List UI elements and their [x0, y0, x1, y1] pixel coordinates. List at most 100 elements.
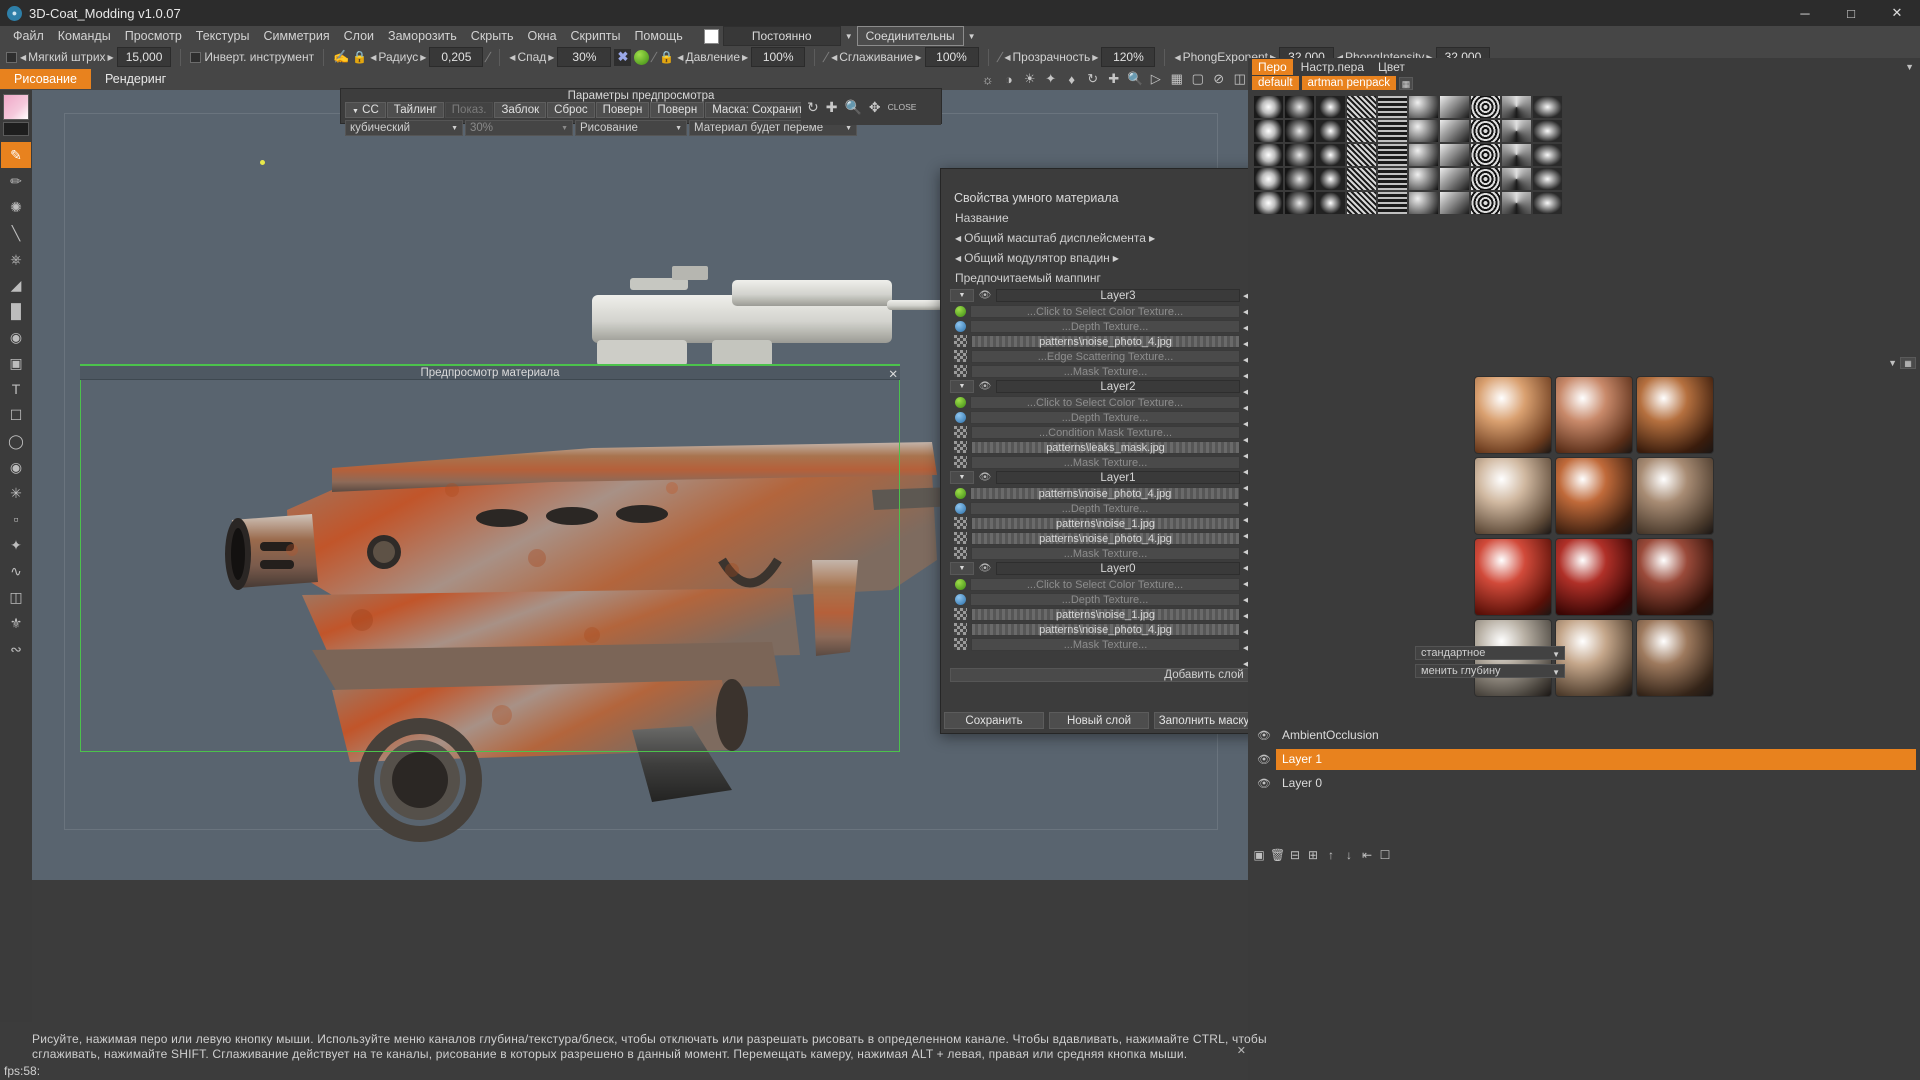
increment-icon-radius[interactable]: ▶	[420, 53, 426, 62]
brush-preset[interactable]	[1284, 167, 1315, 191]
decrement-icon-pressure[interactable]: ◀	[677, 53, 683, 62]
eye-icon[interactable]: 👁	[974, 381, 996, 392]
mask-checker-icon[interactable]	[954, 547, 967, 559]
increment-icon-smoothing[interactable]: ▶	[915, 53, 921, 62]
material-sphere[interactable]	[1474, 538, 1552, 616]
menu-windows[interactable]: Окна	[520, 27, 563, 45]
material-sphere[interactable]	[1474, 457, 1552, 535]
smoothing-value[interactable]: 100%	[924, 47, 979, 67]
drop-icon[interactable]: ♦	[1064, 72, 1079, 87]
zoom-icon-preview[interactable]: 🔍	[844, 99, 861, 116]
texture-row[interactable]: ...Depth Texture...	[950, 319, 1240, 333]
eye-icon[interactable]: 👁	[1252, 753, 1276, 766]
grid-icon-subtabs[interactable]: ▦	[1399, 76, 1413, 90]
color-ball-icon[interactable]	[955, 305, 966, 317]
increment-icon-opacity[interactable]: ▶	[1092, 53, 1098, 62]
brush-preset[interactable]	[1346, 143, 1377, 167]
light-move-icon[interactable]: ✦	[1043, 71, 1058, 87]
tool-copy[interactable]: ▣	[1, 350, 31, 376]
texture-name[interactable]: ...Click to Select Color Texture...	[970, 395, 1240, 409]
tab-paint[interactable]: Рисование	[0, 69, 91, 89]
texture-name[interactable]: patterns\leaks_mask.jpg	[971, 440, 1240, 454]
material-sphere[interactable]	[1555, 619, 1633, 697]
menu-layers[interactable]: Слои	[337, 27, 381, 45]
texture-row[interactable]: ...Depth Texture...	[950, 410, 1240, 424]
material-sphere[interactable]	[1636, 619, 1714, 697]
texture-name[interactable]: ...Depth Texture...	[970, 592, 1240, 606]
cube-icon[interactable]: ◫	[1232, 71, 1247, 87]
expand-icon[interactable]: ▼	[950, 289, 974, 302]
brush-preset[interactable]	[1470, 143, 1501, 167]
decrement-icon-falloff[interactable]: ◀	[509, 53, 515, 62]
brush-preset[interactable]	[1532, 191, 1563, 215]
color-swatch-secondary[interactable]	[3, 122, 29, 136]
rotate-icon[interactable]: ↻	[1085, 71, 1100, 87]
pen-icon[interactable]: ▢	[1190, 71, 1205, 87]
depth-ball-icon[interactable]	[955, 502, 966, 514]
layer-list-item[interactable]: 👁 Layer 1	[1252, 748, 1916, 770]
texture-name[interactable]: ...Mask Texture...	[971, 364, 1240, 378]
tool-brush[interactable]: ✎	[1, 142, 31, 168]
tool-butterfly[interactable]: ⚜	[1, 610, 31, 636]
opacity-group[interactable]: ◀ Прозрачность ▶	[1004, 50, 1098, 64]
menu-help[interactable]: Помощь	[627, 27, 689, 45]
delete-layer-icon[interactable]: 🗑	[1270, 848, 1285, 862]
menu-file[interactable]: Файл	[6, 27, 51, 45]
texture-row[interactable]: ...Click to Select Color Texture...	[950, 395, 1240, 409]
brush-preset[interactable]	[1439, 191, 1470, 215]
texture-row[interactable]: patterns\noise_1.jpg	[950, 607, 1240, 621]
brush-preset[interactable]	[1470, 191, 1501, 215]
texture-row[interactable]: patterns\noise_photo_4.jpg	[950, 486, 1240, 500]
brush-preset[interactable]	[1439, 167, 1470, 191]
tool-sun[interactable]: ✳	[1, 480, 31, 506]
brush-preset[interactable]	[1408, 167, 1439, 191]
mask-checker-icon[interactable]	[954, 350, 967, 362]
tab-pen[interactable]: Перо	[1252, 58, 1293, 75]
brush-preset[interactable]	[1315, 191, 1346, 215]
light-icon[interactable]: ☀	[1022, 71, 1037, 87]
mask-checker-icon[interactable]	[954, 456, 967, 468]
btn-rotate-1[interactable]: Поверн	[595, 102, 650, 118]
decrement-icon-smoothing[interactable]: ◀	[831, 53, 837, 62]
texture-name[interactable]: ...Mask Texture...	[971, 546, 1240, 560]
texture-row[interactable]: ...Click to Select Color Texture...	[950, 577, 1240, 591]
brush-preset[interactable]	[1470, 167, 1501, 191]
texture-row[interactable]: patterns\noise_photo_4.jpg	[950, 334, 1240, 348]
menu-commands[interactable]: Команды	[51, 27, 118, 45]
mask-checker-icon[interactable]	[954, 365, 967, 377]
texture-row[interactable]: ...Mask Texture...	[950, 546, 1240, 560]
soft-stroke-group[interactable]: ◀ Мягкий штрих ▶	[20, 50, 114, 64]
material-sphere[interactable]	[1555, 457, 1633, 535]
zoom-icon[interactable]: 🔍	[1127, 71, 1143, 87]
layer-list-name[interactable]: AmbientOcclusion	[1276, 725, 1916, 746]
btn-tiling[interactable]: Тайлинг	[386, 102, 444, 118]
texture-name[interactable]: patterns\noise_photo_4.jpg	[970, 486, 1240, 500]
brush-preset[interactable]	[1408, 95, 1439, 119]
play-icon[interactable]: ▷	[1148, 71, 1163, 87]
decrement-icon-radius[interactable]: ◀	[370, 53, 376, 62]
texture-name[interactable]: ...Click to Select Color Texture...	[970, 304, 1240, 318]
texture-row[interactable]: ...Edge Scattering Texture...	[950, 349, 1240, 363]
save-button[interactable]: Сохранить	[944, 712, 1044, 729]
texture-name[interactable]: ...Depth Texture...	[970, 319, 1240, 333]
texture-name[interactable]: patterns\noise_1.jpg	[971, 607, 1240, 621]
depth-ball-icon[interactable]	[955, 593, 966, 605]
tool-layers[interactable]: ◫	[1, 584, 31, 610]
layer-name[interactable]: Layer3	[996, 289, 1240, 302]
btn-rotate-2[interactable]: Поверн	[650, 102, 705, 118]
brush-preset[interactable]	[1253, 167, 1284, 191]
material-sphere[interactable]	[1555, 538, 1633, 616]
mask-checker-icon[interactable]	[954, 608, 967, 620]
brush-preset[interactable]	[1470, 95, 1501, 119]
brush-preset[interactable]	[1439, 95, 1470, 119]
falloff-group[interactable]: ◀ Спад ▶	[509, 50, 554, 64]
tool-curve[interactable]: ∿	[1, 558, 31, 584]
invert-tool-checkbox[interactable]	[190, 51, 202, 63]
opacity-value[interactable]: 120%	[1101, 47, 1156, 67]
texture-row[interactable]: ...Depth Texture...	[950, 501, 1240, 515]
brush-preset[interactable]	[1315, 95, 1346, 119]
layer-header[interactable]: ▼ 👁 Layer2	[950, 379, 1240, 394]
brush-preset[interactable]	[1532, 119, 1563, 143]
tool-fill[interactable]: ◢	[1, 272, 31, 298]
expand-icon[interactable]: ▼	[950, 471, 974, 484]
